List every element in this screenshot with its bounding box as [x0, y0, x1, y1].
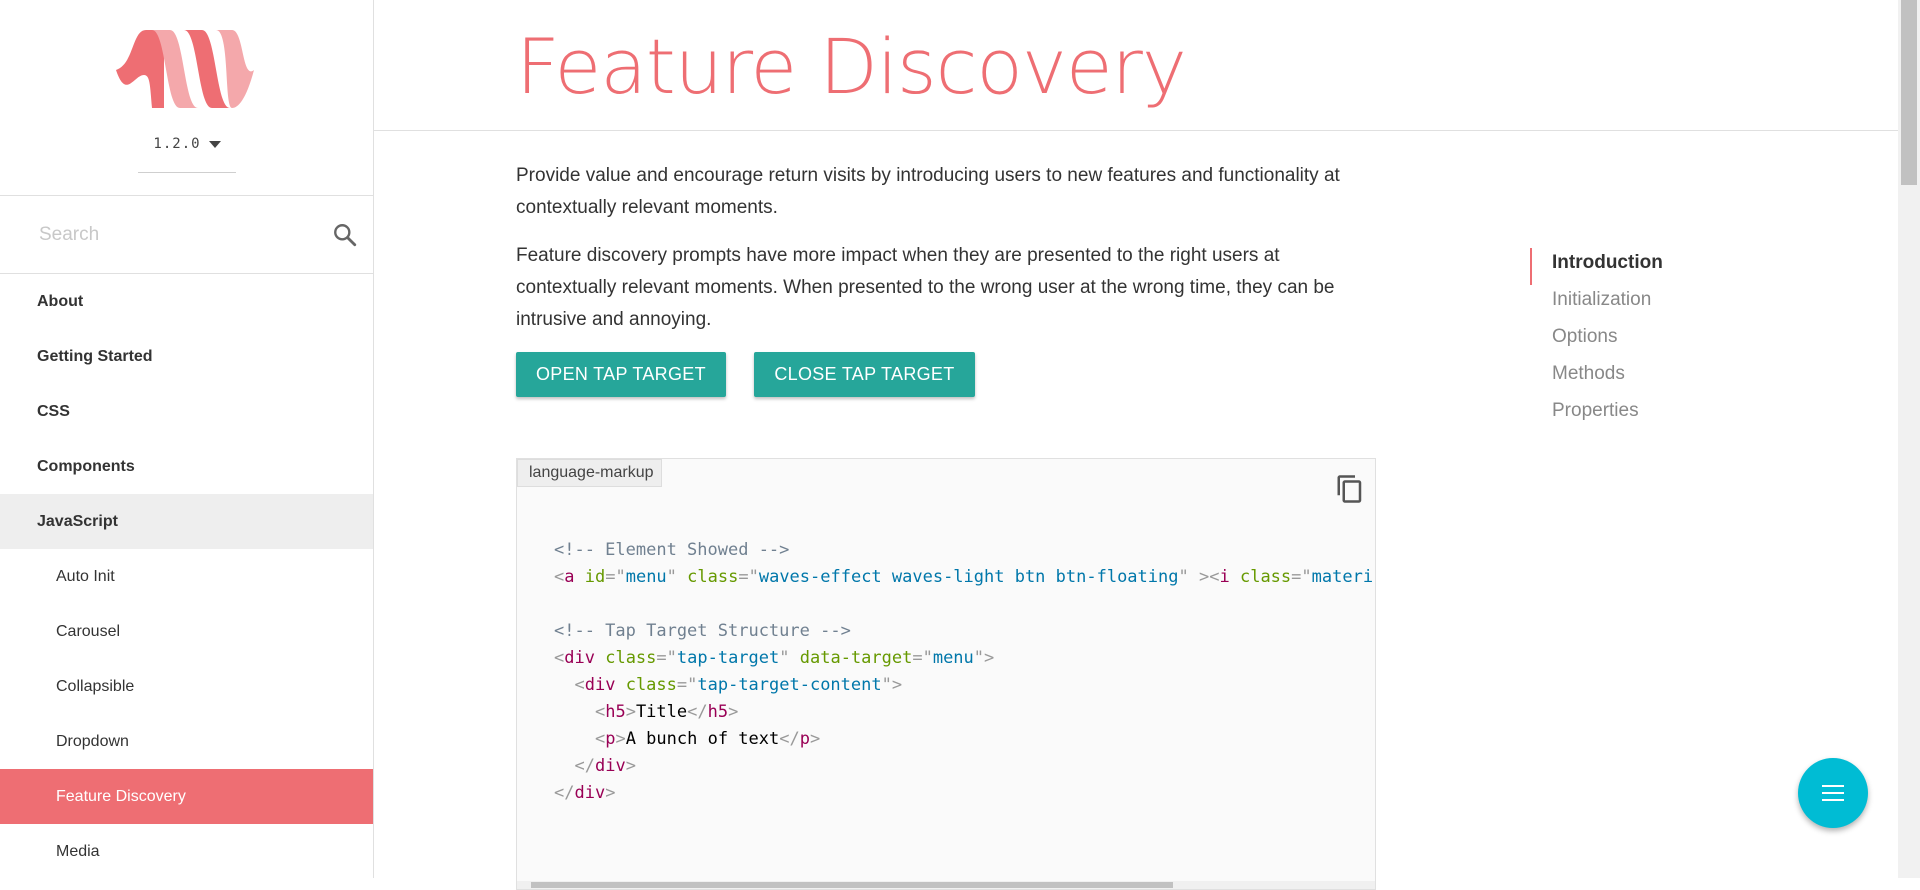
- code-scrollbar-thumb[interactable]: [531, 882, 1173, 888]
- sidebar-item-css[interactable]: CSS: [0, 384, 373, 439]
- sidebar-subitem-media[interactable]: Media: [0, 824, 373, 878]
- sidebar-subitem-collapsible[interactable]: Collapsible: [0, 659, 373, 714]
- sidebar-subitem-dropdown[interactable]: Dropdown: [0, 714, 373, 769]
- toc-item-introduction[interactable]: Introduction: [1530, 248, 1663, 285]
- sidebar-subitem-feature-discovery[interactable]: Feature Discovery: [0, 769, 373, 824]
- toc-item-methods[interactable]: Methods: [1530, 359, 1663, 396]
- version-select[interactable]: 1.2.0: [138, 122, 236, 173]
- floating-action-button[interactable]: [1798, 758, 1868, 828]
- toc-item-initialization[interactable]: Initialization: [1530, 285, 1663, 322]
- code-comment-element-showed: <!-- Element Showed -->: [554, 540, 790, 560]
- page-title: Feature Discovery: [516, 22, 1187, 111]
- code-title-text: Title: [635, 702, 688, 722]
- sidebar: 1.2.0 About Getting Started CSS Componen…: [0, 0, 374, 878]
- page-scrollbar[interactable]: [1898, 0, 1920, 878]
- language-badge: language-markup: [517, 459, 662, 487]
- copy-icon[interactable]: [1335, 473, 1365, 505]
- sidebar-nav: About Getting Started CSS Components Jav…: [0, 274, 373, 878]
- sidebar-subitem-carousel[interactable]: Carousel: [0, 604, 373, 659]
- logo-area: 1.2.0: [0, 0, 373, 196]
- toc-item-options[interactable]: Options: [1530, 322, 1663, 359]
- intro-paragraph: Provide value and encourage return visit…: [516, 165, 1340, 218]
- page-header: Feature Discovery: [374, 0, 1898, 131]
- table-of-contents: Introduction Initialization Options Meth…: [1530, 248, 1663, 433]
- main-content: Provide value and encourage return visit…: [516, 160, 1376, 890]
- code-scrollbar[interactable]: [517, 881, 1375, 889]
- sidebar-item-about[interactable]: About: [0, 274, 373, 329]
- search-bar: [0, 196, 373, 274]
- code-content: <!-- Element Showed --> <a id="menu" cla…: [554, 540, 1374, 803]
- button-row: Open tap target Close tap target: [516, 352, 1376, 398]
- sidebar-subitem-auto-init[interactable]: Auto Init: [0, 549, 373, 604]
- sidebar-item-components[interactable]: Components: [0, 439, 373, 494]
- open-tap-target-button[interactable]: Open tap target: [516, 352, 726, 397]
- sidebar-item-javascript[interactable]: JavaScript: [0, 494, 373, 549]
- search-input[interactable]: [37, 216, 321, 254]
- detail-paragraph: Feature discovery prompts have more impa…: [516, 245, 1335, 330]
- close-tap-target-button[interactable]: Close tap target: [754, 352, 975, 397]
- code-block[interactable]: language-markup <!-- Element Showed --> …: [516, 458, 1376, 890]
- code-comment-tap-target: <!-- Tap Target Structure -->: [554, 621, 851, 641]
- search-icon[interactable]: [332, 222, 358, 248]
- chevron-down-icon: [208, 140, 221, 148]
- materialize-logo[interactable]: [114, 30, 254, 108]
- version-label: 1.2.0: [153, 136, 201, 152]
- toc-item-properties[interactable]: Properties: [1530, 396, 1663, 433]
- page-scrollbar-thumb[interactable]: [1901, 0, 1917, 185]
- sidebar-item-getting-started[interactable]: Getting Started: [0, 329, 373, 384]
- code-body-text: A bunch of text: [625, 729, 780, 749]
